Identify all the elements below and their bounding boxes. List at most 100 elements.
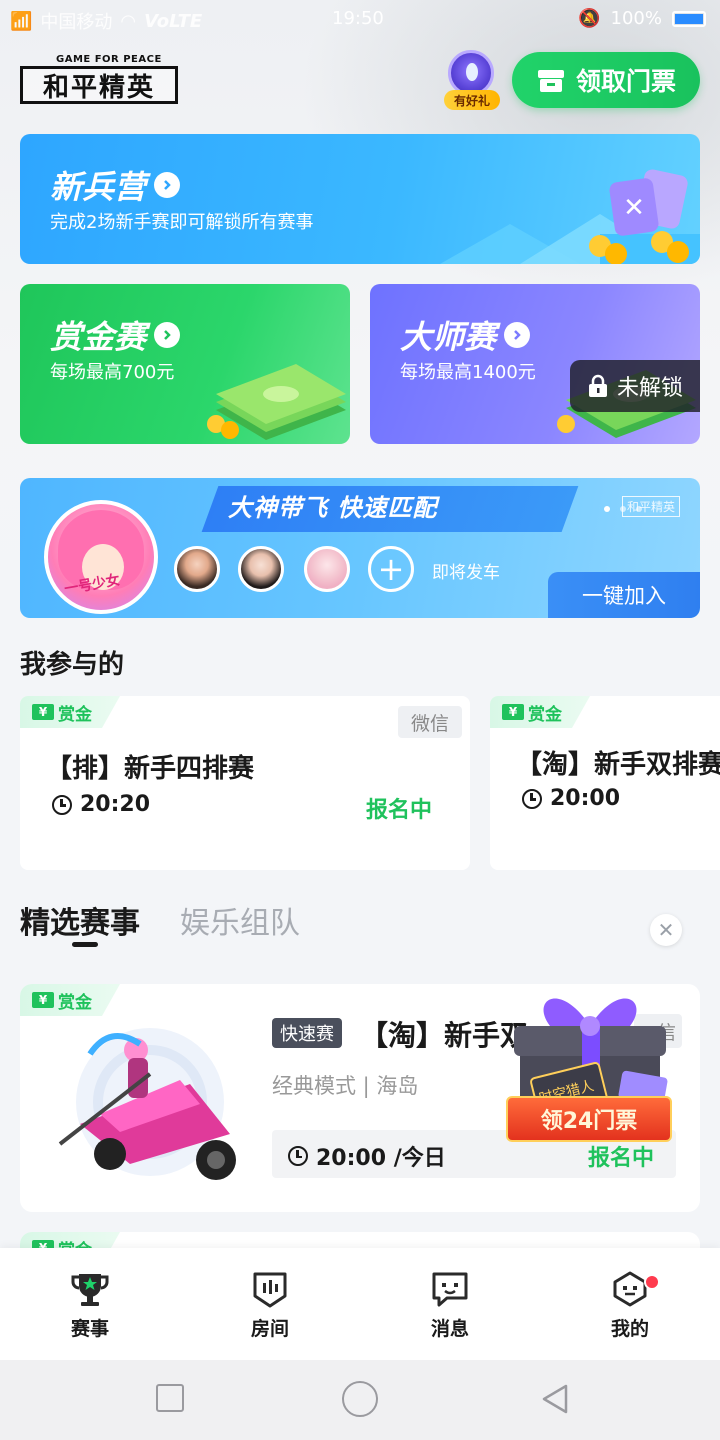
my-match-card[interactable]: ¥ 赏金 【淘】新手双排赛 20:00 <box>490 696 720 870</box>
nav-item-rooms[interactable]: 房间 <box>180 1248 360 1360</box>
match-time: 20:00 <box>522 786 620 811</box>
room-shield-icon <box>253 1272 287 1307</box>
motorbike-character-image <box>58 1028 236 1180</box>
match-time-value: 20:20 <box>80 792 151 817</box>
departing-soon-label: 即将发车 <box>432 563 500 583</box>
clock-label: 19:50 <box>332 8 384 29</box>
battery-label: 100% <box>610 8 662 29</box>
status-right: 🔕 100% <box>578 8 706 29</box>
status-left: 📶 中国移动 ◠ VoLTE <box>10 8 202 34</box>
gift-badge-label: 有好礼 <box>444 90 500 110</box>
banner-brand: 和平精英 <box>621 496 680 517</box>
player-avatar[interactable] <box>174 546 220 592</box>
match-time: 20:20 <box>52 792 150 817</box>
active-tab-indicator <box>72 942 98 947</box>
add-player-button[interactable]: + <box>368 546 414 592</box>
match-mode: 经典模式 | 海岛 <box>272 1074 419 1098</box>
master-title-row: 大师赛 <box>400 312 531 358</box>
logo-name: 和平精英 <box>20 66 178 104</box>
svg-text:✕: ✕ <box>623 193 645 223</box>
nav-item-me[interactable]: 我的 <box>540 1248 720 1360</box>
message-bubble-icon <box>432 1272 468 1306</box>
platform-tag: 微信 <box>398 706 462 738</box>
match-name: 【排】新手四排赛 <box>46 754 255 784</box>
banner-ribbon-text: 大神带飞 快速匹配 <box>228 494 438 522</box>
notification-dot <box>644 1274 660 1290</box>
back-icon[interactable] <box>538 1382 572 1416</box>
clock-icon <box>288 1146 308 1166</box>
match-time: 20:00 /今日 <box>288 1140 446 1172</box>
nav-label: 房间 <box>250 1317 289 1340</box>
match-time-value: 20:00 /今日 <box>316 1146 446 1171</box>
game-logo: GAME FOR PEACE 和平精英 <box>20 54 180 106</box>
yen-icon: ¥ <box>32 992 54 1008</box>
nav-label: 消息 <box>430 1317 469 1340</box>
bounty-tag-label: 赏金 <box>58 992 92 1013</box>
my-match-card[interactable]: ¥ 赏金 微信 【排】新手四排赛 20:20 报名中 <box>20 696 470 870</box>
claim-24-tickets-label[interactable]: 领24门票 <box>506 1096 672 1142</box>
battery-icon <box>672 10 706 27</box>
featured-player-avatar[interactable]: 一号少女 <box>44 500 158 614</box>
bounty-title-row: 赏金赛 <box>50 312 181 358</box>
bounty-title: 赏金赛 <box>50 318 147 356</box>
match-name: 【淘】新手双排赛 <box>516 750 720 780</box>
cash-stack-icon <box>207 364 346 440</box>
carrier-label: 中国移动 <box>40 12 113 33</box>
bounty-tag-label: 赏金 <box>58 704 92 725</box>
system-navigation-bar <box>0 1360 720 1440</box>
claim-ticket-button[interactable]: 领取门票 <box>512 52 700 108</box>
clock-icon <box>52 794 72 815</box>
claim-ticket-label: 领取门票 <box>575 67 676 96</box>
registration-status: 报名中 <box>366 798 433 823</box>
arrow-right-icon <box>504 322 531 348</box>
home-icon[interactable] <box>342 1381 378 1417</box>
one-click-join-button[interactable]: 一键加入 <box>548 572 700 618</box>
tab-featured[interactable]: 精选赛事 <box>20 898 140 942</box>
close-icon[interactable]: ✕ <box>650 914 682 946</box>
match-tabs: 精选赛事 娱乐组队 <box>20 898 300 942</box>
recruit-camp-card[interactable]: 新兵营 完成2场新手赛即可解锁所有赛事 ✕ <box>20 134 700 264</box>
quick-match-banner[interactable]: 大神带飞 快速匹配 和平精英 一号少女 + 即将发车 一键加入 <box>20 478 700 618</box>
nav-item-messages[interactable]: 消息 <box>360 1248 540 1360</box>
bounty-subtitle: 每场最高700元 <box>50 362 175 383</box>
tab-entertainment[interactable]: 娱乐组队 <box>180 898 300 942</box>
logo-tag: GAME FOR PEACE <box>56 54 162 65</box>
recruit-title-row: 新兵营 <box>50 162 181 208</box>
lock-icon <box>588 374 607 397</box>
bottom-navigation: 赛事 房间 消息 我的 <box>0 1248 720 1360</box>
locked-label: 未解锁 <box>616 376 683 401</box>
signal-icon: 📶 <box>10 10 33 32</box>
recruit-decoration: ✕ <box>440 169 700 264</box>
bounty-tag: ¥ 赏金 <box>20 696 120 728</box>
bounty-tag: ¥ 赏金 <box>20 984 120 1016</box>
player-avatar[interactable] <box>304 546 350 592</box>
recruit-subtitle: 完成2场新手赛即可解锁所有赛事 <box>50 212 314 233</box>
trophy-icon <box>71 1273 109 1306</box>
bounty-tag-label: 赏金 <box>528 704 562 725</box>
bounty-tag: ¥ 赏金 <box>490 696 590 728</box>
player-avatar[interactable] <box>238 546 284 592</box>
gift-badge[interactable]: 有好礼 <box>444 50 500 110</box>
wifi-icon: ◠ <box>120 10 137 32</box>
nav-label: 我的 <box>610 1317 649 1340</box>
nav-label: 赛事 <box>70 1317 109 1340</box>
mute-bell-icon: 🔕 <box>578 8 601 29</box>
locked-badge: 未解锁 <box>570 360 700 412</box>
yen-icon: ¥ <box>32 704 54 720</box>
yen-icon: ¥ <box>502 704 524 720</box>
match-time-value: 20:00 <box>550 786 621 811</box>
recent-apps-icon[interactable] <box>156 1384 184 1412</box>
bounty-match-card[interactable]: 赏金赛 每场最高700元 <box>20 284 350 444</box>
recruit-title: 新兵营 <box>50 168 147 206</box>
profile-face-icon <box>613 1271 647 1306</box>
master-subtitle: 每场最高1400元 <box>400 362 536 383</box>
master-title: 大师赛 <box>400 318 497 356</box>
network-label: VoLTE <box>144 10 203 32</box>
ticket-box-icon <box>537 70 564 92</box>
status-bar: 📶 中国移动 ◠ VoLTE 19:50 🔕 100% <box>0 0 720 36</box>
arrow-right-icon <box>154 172 181 198</box>
master-match-card[interactable]: 大师赛 每场最高1400元 未解锁 <box>370 284 700 444</box>
arrow-right-icon <box>154 322 181 348</box>
clock-icon <box>522 788 542 809</box>
nav-item-matches[interactable]: 赛事 <box>0 1248 180 1360</box>
